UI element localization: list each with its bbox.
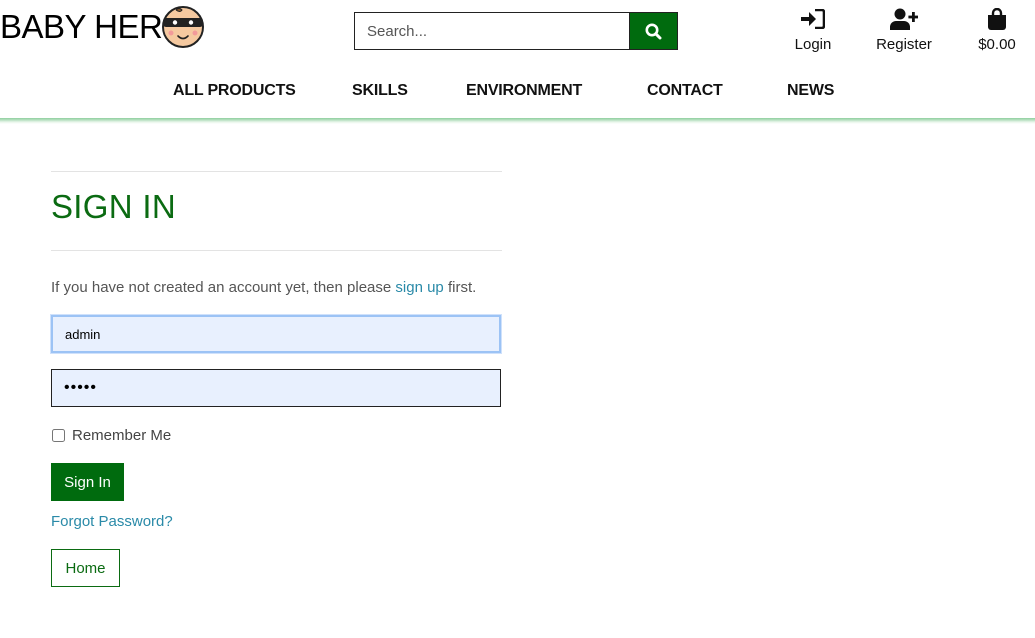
remember-me-checkbox[interactable] bbox=[52, 429, 65, 442]
search-input[interactable] bbox=[354, 12, 629, 50]
signup-note-before: If you have not created an account yet, … bbox=[51, 279, 396, 296]
sign-in-button[interactable]: Sign In bbox=[51, 463, 124, 501]
forgot-password-link[interactable]: Forgot Password? bbox=[51, 513, 173, 530]
main-nav: ALL PRODUCTS SKILLS ENVIRONMENT CONTACT … bbox=[0, 82, 1035, 102]
top-divider bbox=[51, 171, 502, 172]
user-plus-icon bbox=[890, 8, 918, 30]
page-title: SIGN IN bbox=[51, 188, 176, 225]
search-icon bbox=[645, 23, 662, 39]
logo-text: BABY HER bbox=[0, 8, 163, 45]
title-divider bbox=[51, 250, 502, 251]
site-header: BABY HER Login bbox=[0, 0, 1035, 118]
remember-me[interactable]: Remember Me bbox=[51, 427, 171, 444]
home-button[interactable]: Home bbox=[51, 549, 120, 587]
register-link[interactable]: Register bbox=[870, 6, 938, 53]
header-divider bbox=[0, 118, 1035, 124]
nav-environment[interactable]: ENVIRONMENT bbox=[466, 82, 582, 100]
baby-ninja-face-icon bbox=[162, 6, 205, 48]
nav-news[interactable]: NEWS bbox=[787, 82, 834, 100]
remember-me-label: Remember Me bbox=[72, 427, 172, 444]
site-logo[interactable]: BABY HER bbox=[0, 4, 208, 50]
login-label: Login bbox=[794, 36, 832, 53]
shopping-bag-icon bbox=[988, 8, 1006, 30]
search-button[interactable] bbox=[629, 12, 678, 50]
search-form bbox=[354, 12, 678, 50]
login-link[interactable]: Login bbox=[786, 6, 840, 53]
register-label: Register bbox=[876, 36, 932, 53]
signup-note-after: first. bbox=[443, 279, 477, 296]
username-field[interactable] bbox=[51, 315, 501, 353]
nav-skills[interactable]: SKILLS bbox=[352, 82, 408, 100]
bag-total: $0.00 bbox=[978, 36, 1016, 53]
shopping-bag-link[interactable]: $0.00 bbox=[972, 6, 1022, 53]
password-field[interactable] bbox=[51, 369, 501, 407]
signup-note: If you have not created an account yet, … bbox=[51, 279, 476, 296]
signup-link[interactable]: sign up bbox=[395, 279, 443, 296]
nav-all-products[interactable]: ALL PRODUCTS bbox=[173, 82, 296, 100]
nav-contact[interactable]: CONTACT bbox=[647, 82, 723, 100]
sign-in-icon bbox=[801, 9, 825, 29]
